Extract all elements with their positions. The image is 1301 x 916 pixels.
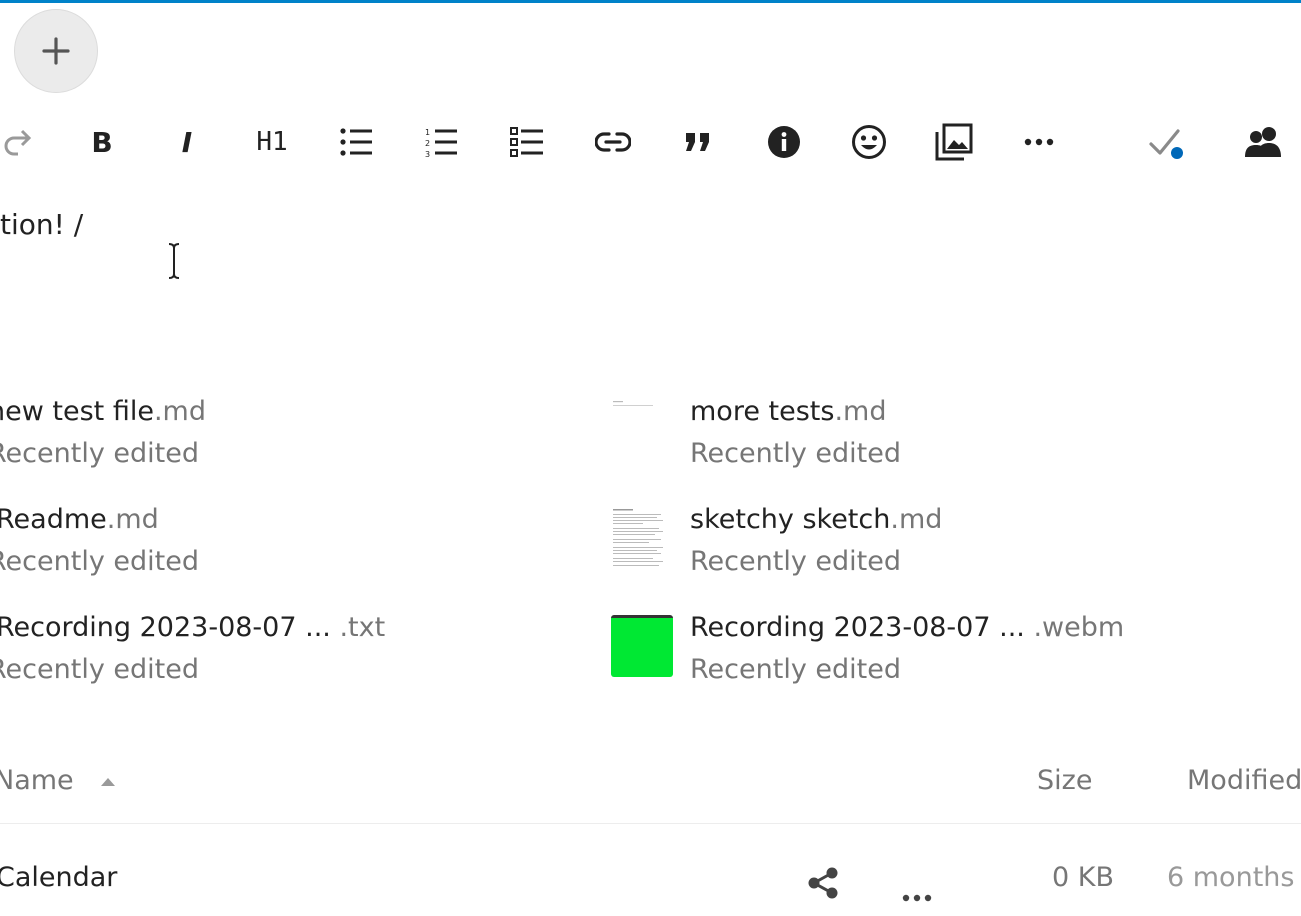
recent-file-item[interactable]: new test file.md Recently edited [0, 394, 560, 474]
more-horizontal-icon [1024, 138, 1054, 146]
top-accent-bar [0, 0, 1301, 3]
file-modified: 6 months a [1167, 862, 1301, 893]
share-icon [808, 867, 838, 899]
info-icon [768, 126, 800, 158]
italic-button[interactable]: I [157, 112, 217, 172]
recent-file-name: sketchy sketch.md [690, 504, 943, 535]
recent-file-subtitle: Recently edited [0, 438, 199, 469]
recent-file-subtitle: Recently edited [0, 546, 199, 577]
table-row[interactable]: Calendar 0 KB 6 months a [0, 824, 1301, 916]
link-icon [595, 132, 631, 152]
modified-column-header[interactable]: Modified [1187, 765, 1301, 796]
checklist-button[interactable] [497, 112, 557, 172]
file-size: 0 KB [1052, 862, 1114, 893]
heading-icon: H1 [256, 127, 288, 157]
bullet-list-button[interactable] [327, 112, 387, 172]
recent-file-item[interactable]: more tests.md Recently edited [690, 394, 1250, 474]
sync-status-button[interactable] [1137, 112, 1197, 172]
recent-file-subtitle: Recently edited [690, 438, 901, 469]
recent-file-subtitle: Recently edited [690, 546, 901, 577]
recent-file-name: Readme.md [0, 504, 159, 535]
video-thumbnail [611, 615, 673, 677]
quote-icon [686, 133, 709, 151]
italic-icon: I [181, 125, 193, 159]
callout-button[interactable] [754, 112, 814, 172]
recent-file-item[interactable]: Readme.md Recently edited [0, 502, 560, 582]
plus-icon [42, 37, 70, 65]
recent-file-subtitle: Recently edited [0, 654, 199, 685]
new-button[interactable] [14, 9, 98, 93]
recent-file-subtitle: Recently edited [690, 654, 901, 685]
size-column-header[interactable]: Size [1037, 765, 1092, 796]
recent-file-item[interactable]: Recording 2023-08-07 ... .webm Recently … [690, 610, 1250, 690]
name-column-header[interactable]: Name [0, 765, 116, 796]
more-horizontal-icon [902, 894, 932, 902]
recent-file-name: Recording 2023-08-07 ... .webm [690, 612, 1125, 643]
file-thumbnail [613, 509, 663, 566]
file-thumbnail [613, 401, 653, 406]
recent-file-item[interactable]: Recording 2023-08-07 ... .txt Recently e… [0, 610, 560, 690]
recent-file-item[interactable]: sketchy sketch.md Recently edited [690, 502, 1250, 582]
users-icon [1245, 127, 1281, 157]
insert-image-button[interactable] [924, 112, 984, 172]
text-cursor-icon [168, 243, 180, 279]
row-actions-button[interactable] [902, 878, 932, 909]
numbered-list-icon: 1 2 3 [425, 128, 457, 157]
sort-ascending-icon [101, 777, 116, 786]
file-list-header: Name Size Modified [0, 757, 1301, 824]
image-gallery-icon [935, 123, 973, 161]
checkmark-icon [1149, 129, 1183, 159]
checklist-icon [510, 127, 543, 157]
svg-text:2: 2 [425, 139, 430, 148]
emoji-button[interactable] [839, 112, 899, 172]
bullet-list-icon [340, 128, 372, 156]
file-name: Calendar [0, 862, 118, 893]
recent-file-name: new test file.md [0, 396, 206, 427]
numbered-list-button[interactable]: 1 2 3 [412, 112, 472, 172]
recent-file-name: more tests.md [690, 396, 887, 427]
collaborators-button[interactable] [1233, 112, 1293, 172]
emoji-icon [852, 125, 886, 159]
svg-text:3: 3 [425, 150, 430, 157]
blockquote-button[interactable] [668, 112, 728, 172]
more-actions-button[interactable] [1009, 112, 1069, 172]
editor-content[interactable]: tion! / [0, 208, 83, 241]
share-button[interactable] [806, 866, 840, 907]
redo-button[interactable] [0, 112, 48, 172]
svg-text:1: 1 [425, 128, 430, 137]
recent-file-name: Recording 2023-08-07 ... .txt [0, 612, 386, 643]
bold-button[interactable]: B [72, 112, 132, 172]
redo-icon [4, 129, 32, 156]
link-button[interactable] [583, 112, 643, 172]
bold-icon: B [91, 125, 113, 159]
heading-button[interactable]: H1 [242, 112, 302, 172]
